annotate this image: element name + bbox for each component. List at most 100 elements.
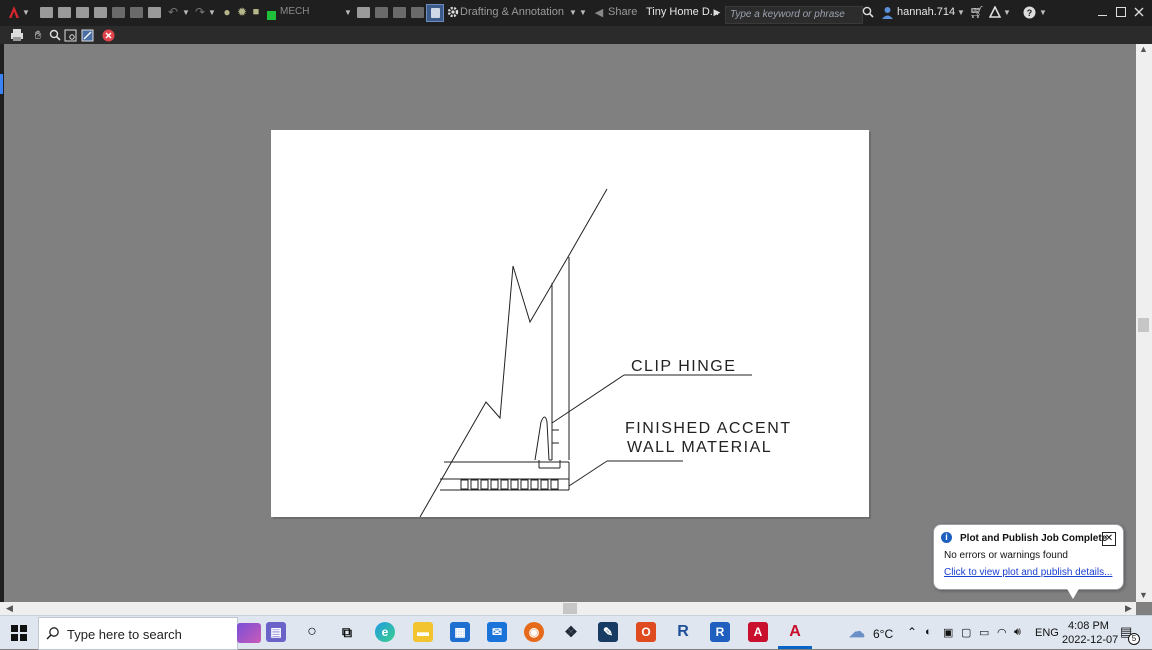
- language-indicator[interactable]: ENG: [1035, 627, 1059, 639]
- save-as-icon[interactable]: [93, 4, 107, 20]
- app-store-dropdown-icon[interactable]: ▼: [1003, 4, 1011, 20]
- wifi-icon[interactable]: ◠: [997, 626, 1007, 639]
- layer-dropdown-icon[interactable]: ▼: [344, 4, 352, 20]
- sketchbook-icon[interactable]: ✎: [598, 622, 618, 642]
- redo-dropdown-icon[interactable]: ▼: [208, 4, 216, 20]
- taskbar-search-icon: [46, 626, 60, 645]
- battery-icon[interactable]: ▭: [979, 626, 989, 639]
- document-title: Tiny Home D...: [646, 6, 719, 18]
- taskbar-search-box[interactable]: Type here to search: [38, 617, 261, 650]
- user-icon[interactable]: [880, 4, 894, 20]
- keyword-search-input[interactable]: Type a keyword or phrase: [725, 6, 863, 24]
- notification-pointer: [1066, 587, 1080, 599]
- autocad-app-icon[interactable]: [6, 4, 22, 20]
- scroll-down-icon[interactable]: ▼: [1139, 590, 1148, 600]
- undo-icon[interactable]: ↶: [166, 4, 180, 20]
- office-icon[interactable]: O: [636, 622, 656, 642]
- mail-icon[interactable]: ✉: [487, 622, 507, 642]
- layer-freeze-icon[interactable]: ✹: [235, 4, 249, 20]
- title-expand-icon[interactable]: ▶: [713, 4, 721, 20]
- autocad-icon[interactable]: A: [785, 622, 805, 642]
- undo-dropdown-icon[interactable]: ▼: [182, 4, 190, 20]
- plot-icon[interactable]: [147, 4, 161, 20]
- weather-temp[interactable]: 6°C: [873, 627, 893, 641]
- layer-on-icon[interactable]: ●: [220, 4, 234, 20]
- zoom-original-icon[interactable]: [80, 28, 94, 42]
- zoom-icon[interactable]: [48, 28, 62, 42]
- edge-browser-icon[interactable]: e: [375, 622, 395, 642]
- workspace-gear-icon[interactable]: [446, 4, 459, 20]
- share-label[interactable]: Share: [608, 6, 637, 18]
- plot-publish-notification: i Plot and Publish Job Complete ✕ No err…: [933, 524, 1124, 590]
- horizontal-scroll-thumb[interactable]: [563, 603, 577, 614]
- microsoft-store-icon[interactable]: ▦: [450, 622, 470, 642]
- minimize-icon[interactable]: [1095, 4, 1109, 20]
- scroll-right-icon[interactable]: ▶: [1125, 603, 1132, 614]
- tray-overflow-icon[interactable]: ⌃: [907, 625, 917, 639]
- help-dropdown-icon[interactable]: ▼: [1039, 4, 1047, 20]
- revit-viewer-icon[interactable]: R: [673, 622, 693, 642]
- redo-icon[interactable]: ↷: [193, 4, 207, 20]
- notification-message: No errors or warnings found: [944, 550, 1068, 561]
- windows-taskbar: Type here to search ▤ ○ ⧉ e ▬ ▦ ✉ ◉ ❖ ✎ …: [0, 615, 1152, 650]
- search-highlights-app-icon[interactable]: ▤: [266, 622, 286, 642]
- task-view-icon[interactable]: ⧉: [337, 622, 357, 642]
- info-icon: i: [941, 532, 952, 543]
- customize-qat-icon[interactable]: ▼: [579, 4, 587, 20]
- maximize-icon[interactable]: [1114, 4, 1128, 20]
- help-icon[interactable]: ?: [1022, 4, 1036, 20]
- app-menu-chevron-icon[interactable]: ▼: [22, 4, 30, 20]
- layer-properties-icon[interactable]: [356, 4, 370, 20]
- match-layer-icon[interactable]: [374, 4, 388, 20]
- layer-lock-icon[interactable]: ■: [250, 4, 262, 20]
- tray-display-icon[interactable]: ▣: [943, 626, 953, 639]
- cortana-icon[interactable]: ○: [302, 622, 322, 642]
- vertical-scrollbar[interactable]: ▲ ▼: [1136, 44, 1152, 602]
- workspace-dropdown-icon[interactable]: ▼: [569, 4, 577, 20]
- tray-screen-icon[interactable]: ▢: [961, 626, 971, 639]
- share-icon[interactable]: ◀: [593, 4, 605, 20]
- autodesk-app-store-icon[interactable]: [988, 4, 1002, 20]
- save-to-web-icon[interactable]: [129, 4, 143, 20]
- wall-material-label: WALL MATERIAL: [627, 439, 772, 456]
- view-details-link[interactable]: Click to view plot and publish details..…: [944, 567, 1112, 578]
- horizontal-scrollbar[interactable]: ◀ ▶: [0, 602, 1136, 615]
- cart-icon[interactable]: 🛒︎: [969, 4, 984, 20]
- clock-date[interactable]: 2022-12-07: [1062, 634, 1118, 646]
- user-name[interactable]: hannah.714: [897, 6, 955, 18]
- user-dropdown-icon[interactable]: ▼: [957, 4, 965, 20]
- quick-access-toolbar: ▼ ↶ ▼ ↷ ▼ ● ✹ ■ MECH ▼ Drafting & Annota…: [0, 0, 1152, 26]
- dropbox-icon[interactable]: ❖: [561, 622, 581, 642]
- vertical-scroll-thumb[interactable]: [1138, 318, 1149, 332]
- previous-layer-icon[interactable]: [392, 4, 406, 20]
- scroll-left-icon[interactable]: ◀: [6, 603, 13, 614]
- layer-isolate-icon[interactable]: [410, 4, 424, 20]
- weather-cloud-icon[interactable]: ☁: [847, 622, 867, 642]
- clock-time[interactable]: 4:08 PM: [1068, 620, 1109, 632]
- search-icon[interactable]: [861, 4, 875, 20]
- volume-icon[interactable]: 🔊︎: [1014, 626, 1021, 639]
- windows-start-icon[interactable]: [9, 623, 29, 643]
- scroll-up-icon[interactable]: ▲: [1139, 44, 1148, 54]
- properties-palette-icon[interactable]: [426, 4, 444, 22]
- workspace-label[interactable]: Drafting & Annotation: [460, 6, 564, 18]
- close-preview-icon[interactable]: [101, 28, 115, 42]
- file-explorer-icon[interactable]: ▬: [413, 622, 433, 642]
- tray-app-icon[interactable]: ◐: [925, 626, 932, 638]
- new-file-icon[interactable]: [39, 4, 53, 20]
- zoom-window-icon[interactable]: [63, 28, 77, 42]
- firefox-icon[interactable]: ◉: [524, 622, 544, 642]
- pan-icon[interactable]: ✋︎: [31, 28, 45, 42]
- plot-preview-toolbar: ✋︎: [0, 26, 1152, 44]
- open-file-icon[interactable]: [57, 4, 71, 20]
- revit-icon[interactable]: R: [710, 622, 730, 642]
- print-icon[interactable]: [10, 28, 24, 42]
- save-icon[interactable]: [75, 4, 89, 20]
- svg-text:?: ?: [1026, 8, 1032, 18]
- close-window-icon[interactable]: [1132, 4, 1146, 20]
- autocad-lt-icon[interactable]: A: [748, 622, 768, 642]
- layer-name[interactable]: MECH: [280, 6, 309, 17]
- notification-count-badge: 5: [1128, 633, 1140, 645]
- notification-close-button[interactable]: ✕: [1102, 532, 1116, 546]
- open-from-web-icon[interactable]: [111, 4, 125, 20]
